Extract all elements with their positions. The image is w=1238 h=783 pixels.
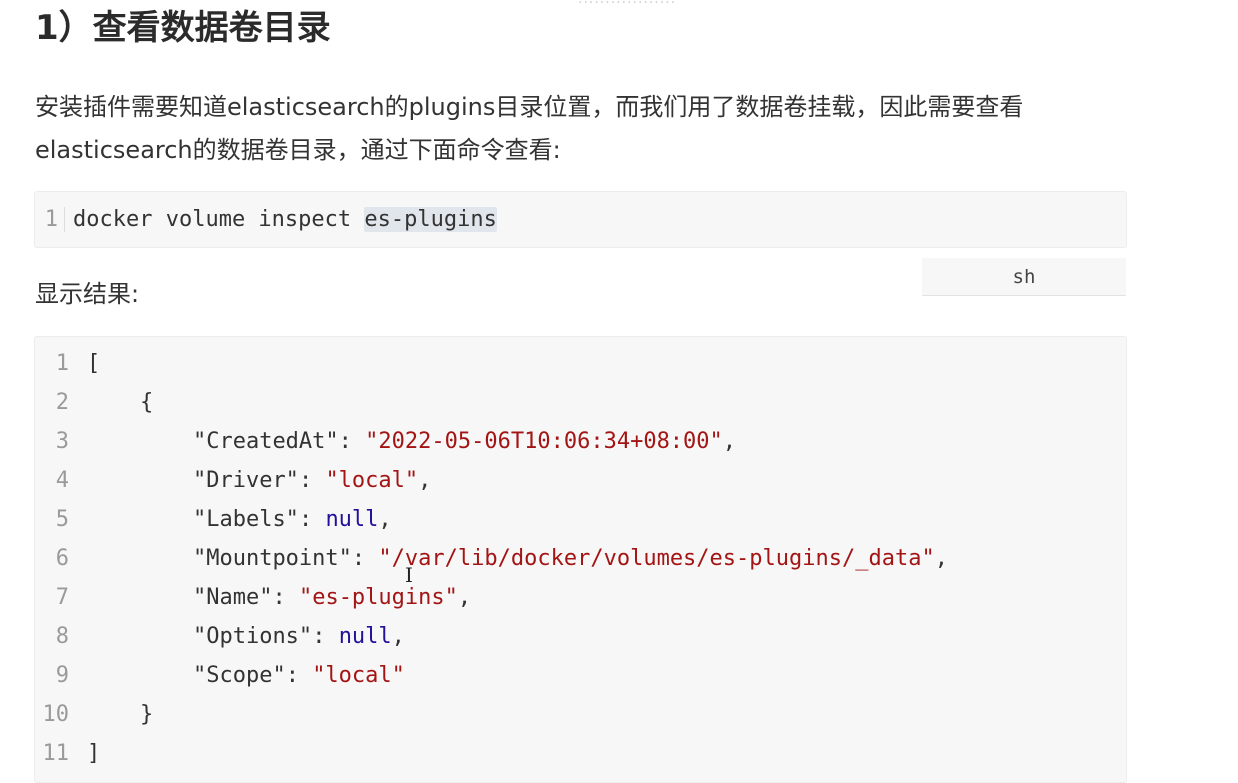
json-separator: : <box>338 429 366 454</box>
line-number: 8 <box>55 624 69 649</box>
line-number: 9 <box>55 663 69 688</box>
line-number: 1 <box>55 351 69 376</box>
code-line: 8 "Options": null, <box>35 617 405 656</box>
highlighted-text: es-plugins <box>364 207 497 232</box>
code-text[interactable]: docker volume inspect es-plugins <box>65 207 497 232</box>
command-code-block[interactable]: 1 docker volume inspect es-plugins <box>34 191 1127 248</box>
page-top-fragment: .................. <box>578 0 676 7</box>
json-key: ] <box>87 741 101 766</box>
json-value: "2022-05-06T10:06:34+08:00" <box>365 429 723 454</box>
line-number: 3 <box>55 429 69 454</box>
code-line: 1[ <box>35 344 101 383</box>
code-text[interactable]: "Scope": "local" <box>79 663 405 688</box>
json-key: "Options" <box>192 624 313 649</box>
line-number: 1 <box>35 207 65 232</box>
json-separator: : <box>272 585 299 610</box>
json-value: null <box>325 507 379 532</box>
command-text: docker volume inspect <box>73 207 365 232</box>
code-line: 10 } <box>35 695 154 734</box>
code-text[interactable]: "Options": null, <box>79 624 405 649</box>
json-key: { <box>139 390 154 415</box>
line-number: 10 <box>42 702 70 727</box>
json-key: } <box>139 702 154 727</box>
code-text[interactable]: } <box>79 702 153 727</box>
section-heading: 1）查看数据卷目录 <box>35 8 331 48</box>
json-key: [ <box>87 351 101 376</box>
intro-paragraph: 安装插件需要知道elasticsearch的plugins目录位置，而我们用了数… <box>35 93 1024 164</box>
json-separator: : <box>312 624 339 649</box>
line-number: 2 <box>55 390 69 415</box>
code-text[interactable]: { <box>79 390 153 415</box>
code-text[interactable]: "Labels": null, <box>79 507 392 532</box>
line-number: 4 <box>55 468 69 493</box>
json-separator: : <box>351 546 379 571</box>
code-line: 5 "Labels": null, <box>35 500 392 539</box>
code-text[interactable]: ] <box>79 741 100 766</box>
json-separator: : <box>298 507 326 532</box>
json-separator: : <box>298 468 326 493</box>
json-value: "es-plugins" <box>298 585 458 610</box>
line-number: 6 <box>55 546 69 571</box>
json-value: "local" <box>325 468 419 493</box>
code-line: 1 docker volume inspect es-plugins <box>35 200 497 239</box>
code-line: 6 "Mountpoint": "/var/lib/docker/volumes… <box>35 539 948 578</box>
code-line: 9 "Scope": "local" <box>35 656 405 695</box>
json-tail: , <box>378 507 392 532</box>
json-key: "Name" <box>192 585 273 610</box>
json-value: null <box>338 624 392 649</box>
code-line: 4 "Driver": "local", <box>35 461 432 500</box>
json-tail: , <box>722 429 737 454</box>
json-value: "local" <box>312 663 405 688</box>
json-tail: , <box>457 585 472 610</box>
json-separator: : <box>285 663 313 688</box>
code-text[interactable]: "Name": "es-plugins", <box>79 585 471 610</box>
code-text[interactable]: "CreatedAt": "2022-05-06T10:06:34+08:00"… <box>79 429 736 454</box>
json-tail: , <box>934 546 948 571</box>
line-number: 11 <box>42 741 70 766</box>
json-tail: , <box>391 624 405 649</box>
json-key: "Scope" <box>192 663 286 688</box>
language-tag[interactable]: sh <box>922 258 1126 296</box>
result-label: 显示结果: <box>35 280 140 308</box>
json-key: "Mountpoint" <box>192 546 352 571</box>
json-key: "Labels" <box>192 507 299 532</box>
code-line: 11] <box>35 734 101 773</box>
json-value: "/var/lib/docker/volumes/es-plugins/_dat… <box>378 546 935 571</box>
result-code-block[interactable]: 1[2 {3 "CreatedAt": "2022-05-06T10:06:34… <box>34 336 1127 783</box>
code-text[interactable]: "Driver": "local", <box>79 468 431 493</box>
line-number: 5 <box>55 507 69 532</box>
json-key: "Driver" <box>192 468 299 493</box>
code-line: 3 "CreatedAt": "2022-05-06T10:06:34+08:0… <box>35 422 736 461</box>
line-number: 7 <box>55 585 69 610</box>
text-cursor-icon: I <box>405 563 413 587</box>
code-text[interactable]: "Mountpoint": "/var/lib/docker/volumes/e… <box>79 546 948 571</box>
code-text[interactable]: [ <box>79 351 100 376</box>
json-key: "CreatedAt" <box>192 429 339 454</box>
json-tail: , <box>418 468 432 493</box>
code-line: 2 { <box>35 383 153 422</box>
